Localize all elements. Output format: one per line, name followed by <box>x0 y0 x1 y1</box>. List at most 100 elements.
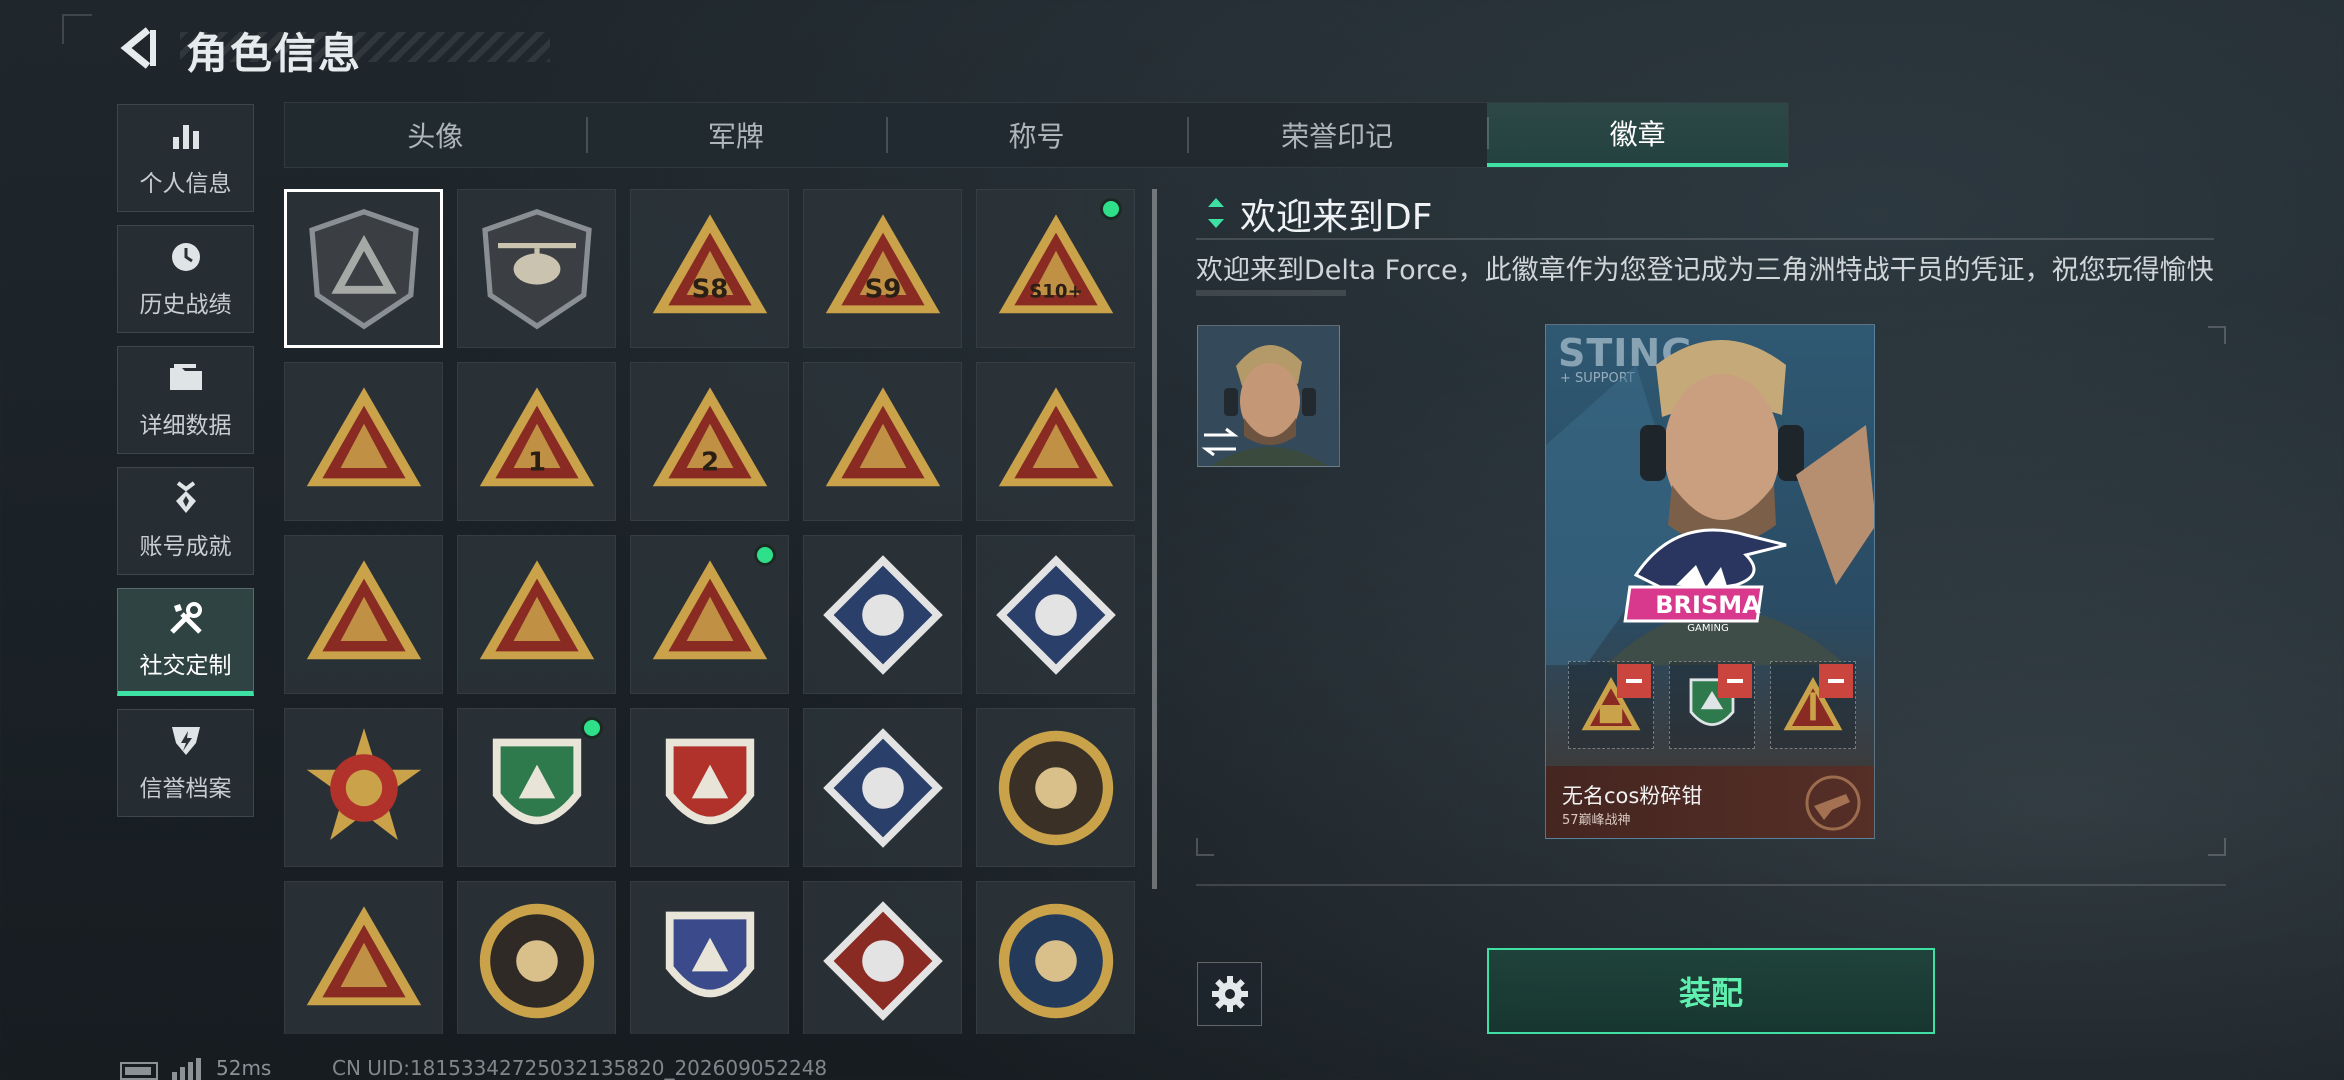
tab-dog-tag[interactable]: 军牌 <box>585 103 887 167</box>
badge-cell[interactable] <box>284 881 443 1034</box>
nav-item-detail-data[interactable]: 详细数据 <box>117 346 254 454</box>
equip-button[interactable]: 装配 <box>1487 948 1935 1034</box>
nav-label: 历史战绩 <box>139 292 232 318</box>
settings-button[interactable] <box>1197 962 1262 1026</box>
gear-icon <box>1211 976 1248 1012</box>
badge-cell[interactable] <box>457 535 616 694</box>
tab-avatar[interactable]: 头像 <box>285 103 586 167</box>
nav-label: 账号成就 <box>139 534 232 560</box>
gear-triangle-badge-icon <box>306 559 421 659</box>
remove-badge-button[interactable] <box>1718 664 1752 698</box>
tank-diamond-badge-icon <box>995 554 1116 675</box>
player-rank: 57巅峰战神 <box>1562 813 1631 828</box>
divider <box>1196 884 2226 886</box>
rocket-triangle-badge-icon <box>652 559 767 659</box>
user-uid: CN UID:1815334272503213582​0_20260905224… <box>332 1056 828 1080</box>
remove-badge-button[interactable] <box>1617 664 1651 698</box>
back-button[interactable] <box>118 26 160 70</box>
badge-label: 2 <box>700 447 718 477</box>
nav-item-personal-info[interactable]: 个人信息 <box>117 104 254 212</box>
badge-cell[interactable] <box>976 881 1135 1034</box>
nav-item-match-history[interactable]: 历史战绩 <box>117 225 254 333</box>
skull-round-badge-icon <box>998 730 1113 845</box>
badge-cell[interactable] <box>630 708 789 867</box>
rank-emblem-icon <box>1805 775 1861 831</box>
page-title: 角色信息 <box>186 29 363 78</box>
badge-cell[interactable] <box>457 189 616 348</box>
equipped-slot-1[interactable] <box>1568 661 1654 749</box>
phoenix-triangle-badge-icon <box>306 386 421 486</box>
side-nav: 个人信息 历史战绩 详细数据 账号成就 社交定制 信誉档案 <box>117 104 254 830</box>
ping-value: 52ms <box>216 1056 272 1080</box>
back-arrow-icon <box>120 27 156 69</box>
tab-badge[interactable]: 徽章 <box>1487 103 1788 167</box>
eagle-round-badge-icon <box>998 903 1113 1018</box>
badge-cell[interactable] <box>630 881 789 1034</box>
corner-decoration <box>2208 838 2226 856</box>
badge-cell[interactable] <box>457 881 616 1034</box>
badge-cell[interactable] <box>630 535 789 694</box>
equipped-slot-3[interactable] <box>1770 661 1856 749</box>
swap-icon[interactable] <box>1200 425 1240 463</box>
smg-round-badge-icon <box>479 903 594 1018</box>
nav-item-social-custom[interactable]: 社交定制 <box>117 588 254 696</box>
team-logo-subtext: GAMING <box>1687 623 1728 634</box>
tab-honor-mark[interactable]: 荣誉印记 <box>1186 103 1488 167</box>
team-logo-text: BRISMA <box>1655 591 1761 619</box>
star-medal-badge-icon <box>306 727 421 840</box>
bar-chart-icon <box>168 118 204 154</box>
achievement-medal-icon <box>168 481 204 517</box>
crosshair-gold-shield-badge-icon <box>665 911 754 997</box>
profile-card-preview: STING + SUPPORT BRISMA GAMING 无名cos粉碎钳 5… <box>1545 324 1875 839</box>
badge-cell[interactable] <box>803 535 962 694</box>
corner-decoration <box>1196 838 1214 856</box>
badge-title: 欢迎来到DF <box>1240 197 1433 238</box>
badge-cell[interactable]: 1 <box>457 362 616 521</box>
credit-shield-icon <box>168 723 204 759</box>
remove-badge-button[interactable] <box>1819 664 1853 698</box>
badge-label: 1 <box>527 447 545 477</box>
season-s9-badge-icon: S9 <box>825 213 940 313</box>
badge-cell[interactable]: S10+ <box>976 189 1135 348</box>
blue-diamond-shield-badge-icon <box>822 727 943 848</box>
season-s10-badge-icon: S10+ <box>998 213 1113 313</box>
badge-description: 欢迎来到Delta Force，此徽章作为您登记成为三角洲特战干员的凭证，祝您玩… <box>1196 255 2214 286</box>
badge-cell[interactable]: S9 <box>803 189 962 348</box>
nav-item-achievements[interactable]: 账号成就 <box>117 467 254 575</box>
triangle-shield-badge-icon <box>308 208 419 329</box>
tools-icon <box>168 600 204 636</box>
team-logo-icon: BRISMA GAMING <box>1623 528 1787 634</box>
green-shield-badge-icon <box>492 738 581 824</box>
season-s8-badge-icon: S8 <box>652 213 767 313</box>
red-wreath-shield-badge-icon <box>665 738 754 824</box>
badge-cell[interactable] <box>284 189 443 348</box>
history-clock-icon <box>168 239 204 275</box>
folder-icon <box>168 360 204 396</box>
badge-cell[interactable] <box>976 535 1135 694</box>
number-two-badge-icon: 2 <box>652 386 767 486</box>
nav-label: 详细数据 <box>139 413 232 439</box>
equipped-slot-2[interactable] <box>1669 661 1755 749</box>
badge-cell[interactable] <box>976 362 1135 521</box>
nav-label: 信誉档案 <box>139 776 232 802</box>
badge-cell[interactable] <box>803 708 962 867</box>
badge-cell[interactable]: 2 <box>630 362 789 521</box>
badge-cell[interactable] <box>803 881 962 1034</box>
tab-title[interactable]: 称号 <box>886 103 1187 167</box>
badge-cell[interactable] <box>284 708 443 867</box>
badge-cell[interactable] <box>803 362 962 521</box>
badge-cell[interactable]: S8 <box>630 189 789 348</box>
badge-label: S8 <box>691 274 728 304</box>
badge-cell[interactable] <box>457 708 616 867</box>
badge-grid-scrollbar[interactable] <box>1152 189 1157 889</box>
new-indicator-dot <box>581 717 603 739</box>
badge-cell[interactable] <box>976 708 1135 867</box>
player-name: 无名cos粉碎钳 <box>1562 784 1703 808</box>
nav-label: 社交定制 <box>139 653 232 679</box>
badge-cell[interactable] <box>284 535 443 694</box>
badge-cell[interactable] <box>284 362 443 521</box>
badge-label: S10+ <box>1029 281 1083 302</box>
nav-item-credit-record[interactable]: 信誉档案 <box>117 709 254 817</box>
delta-force-2025-badge-icon <box>825 386 940 486</box>
wolf-diamond-badge-icon <box>822 900 943 1021</box>
